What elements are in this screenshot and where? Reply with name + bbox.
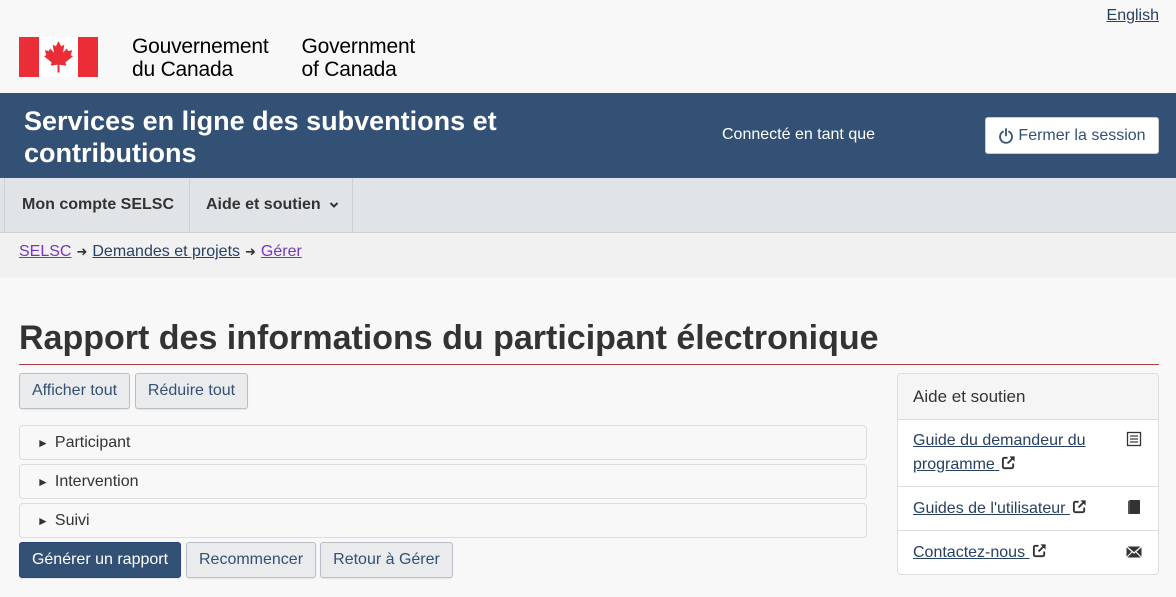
triangle-right-icon: ►	[37, 435, 49, 450]
breadcrumb-trail: SELSC ➜ Demandes et projets ➜ Gérer	[19, 243, 302, 261]
fip-french: Gouvernement du Canada	[132, 35, 269, 81]
section-label: Suivi	[54, 511, 90, 529]
back-to-manage-button[interactable]: Retour à Gérer	[320, 542, 453, 578]
fip-english: Government of Canada	[302, 35, 416, 81]
external-link-icon	[1032, 544, 1046, 558]
collapse-all-button[interactable]: Réduire tout	[135, 373, 248, 409]
help-link-row: Contactez-nous	[898, 531, 1158, 574]
breadcrumb-link-requests-projects[interactable]: Demandes et projets	[92, 243, 240, 261]
chevron-down-icon	[329, 202, 338, 208]
triangle-right-icon: ►	[37, 513, 49, 528]
main-menu: Mon compte SELSC Aide et soutien	[0, 178, 1176, 233]
reset-button[interactable]: Recommencer	[186, 542, 316, 578]
fip-french-line-2: du Canada	[132, 58, 233, 81]
menu-item-my-account[interactable]: Mon compte SELSC	[4, 178, 190, 232]
arrow-right-icon: ➜	[76, 244, 88, 259]
expand-all-button[interactable]: Afficher tout	[19, 373, 130, 409]
section-label: Intervention	[54, 472, 139, 490]
power-icon	[999, 127, 1014, 144]
fip-french-line-1: Gouvernement	[132, 35, 269, 58]
menu-item-label: Mon compte SELSC	[22, 196, 175, 213]
list-icon	[1126, 431, 1142, 447]
external-link-icon	[1072, 500, 1086, 514]
application-banner: Services en ligne des subventions et con…	[0, 93, 1176, 178]
help-link-row: Guides de l'utilisateur	[898, 487, 1158, 531]
user-guides-link[interactable]: Guides de l'utilisateur	[913, 500, 1087, 517]
help-link-row: Guide du demandeur du programme	[898, 420, 1158, 487]
applicant-guide-link[interactable]: Guide du demandeur du programme	[913, 429, 1103, 477]
menu-item-help-support[interactable]: Aide et soutien	[190, 178, 353, 232]
language-toggle-link[interactable]: English	[1107, 7, 1159, 25]
canada-flag-icon	[19, 37, 98, 77]
link-label: Guides de l'utilisateur	[913, 500, 1066, 517]
breadcrumb-link-manage[interactable]: Gérer	[261, 243, 302, 261]
contact-us-link[interactable]: Contactez-nous	[913, 544, 1047, 561]
government-signature: Gouvernement du Canada Government of Can…	[19, 35, 415, 81]
signed-in-text: Connecté en tant que	[722, 126, 876, 143]
generate-report-button[interactable]: Générer un rapport	[19, 542, 181, 578]
title-divider	[19, 364, 1159, 365]
help-support-panel: Aide et soutien Guide du demandeur du pr…	[897, 373, 1159, 575]
section-label: Participant	[54, 433, 131, 451]
book-icon	[1128, 500, 1140, 514]
menu-item-label: Aide et soutien	[206, 196, 321, 213]
application-title: Services en ligne des subventions et con…	[24, 106, 497, 168]
arrow-right-icon: ➜	[245, 244, 256, 259]
link-label: Contactez-nous	[913, 544, 1026, 561]
section-participant[interactable]: ► Participant	[19, 425, 867, 460]
section-intervention[interactable]: ► Intervention	[19, 464, 867, 499]
envelope-icon	[1126, 546, 1142, 558]
breadcrumb: SELSC ➜ Demandes et projets ➜ Gérer	[0, 233, 1176, 278]
triangle-right-icon: ►	[37, 474, 49, 489]
link-label: Guide du demandeur du programme	[913, 432, 1086, 473]
external-link-icon	[1002, 456, 1016, 470]
panel-title: Aide et soutien	[898, 374, 1158, 420]
section-follow-up[interactable]: ► Suivi	[19, 503, 867, 538]
fip-english-line-2: of Canada	[301, 58, 397, 81]
fip-english-line-1: Government	[301, 35, 416, 58]
page-title: Rapport des informations du participant …	[19, 319, 879, 357]
sign-out-button[interactable]: Fermer la session	[985, 117, 1159, 154]
breadcrumb-link-selsc[interactable]: SELSC	[19, 243, 71, 261]
sign-out-label: Fermer la session	[1018, 126, 1146, 144]
